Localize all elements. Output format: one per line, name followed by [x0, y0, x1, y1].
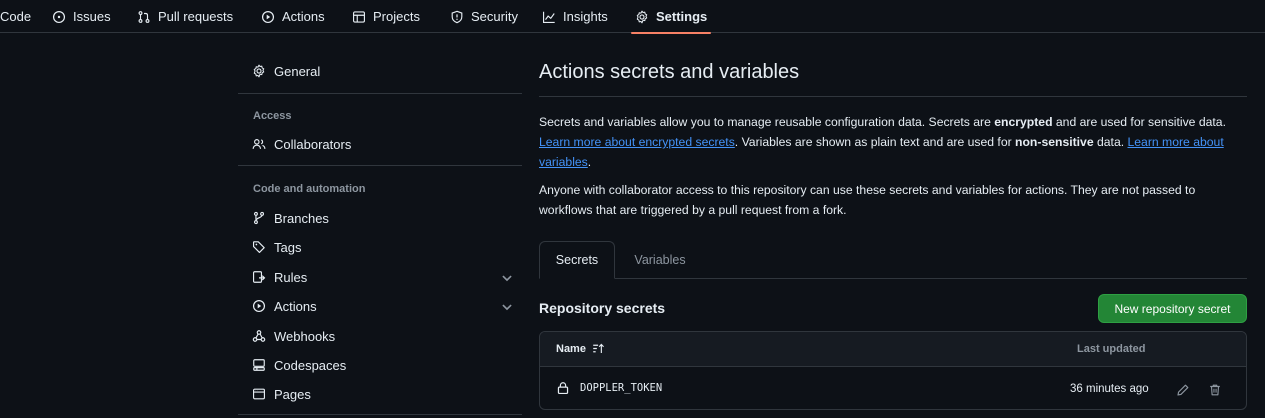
repo-nav: Code Issues Pull requests Actions Projec… — [0, 0, 1265, 34]
issue-icon — [52, 10, 66, 24]
last-updated-value: 36 minutes ago — [1070, 383, 1149, 395]
sidebar-item-tags[interactable]: Tags — [252, 234, 520, 260]
page-title: Actions secrets and variables — [539, 61, 800, 83]
gear-icon — [635, 10, 649, 24]
table-header: Name Last updated — [540, 332, 1246, 367]
browser-icon — [252, 387, 266, 401]
play-icon — [252, 299, 266, 313]
trash-icon — [1208, 383, 1222, 397]
tab-secrets[interactable]: Secrets — [539, 241, 615, 279]
codespaces-icon — [252, 358, 266, 372]
sidebar-item-pages[interactable]: Pages — [252, 381, 520, 407]
sidebar-item-branches[interactable]: Branches — [252, 205, 520, 231]
tab-projects[interactable]: Projects — [352, 0, 420, 33]
new-repository-secret-button[interactable]: New repository secret — [1098, 294, 1247, 323]
tab-pull-requests[interactable]: Pull requests — [137, 0, 233, 33]
play-icon — [261, 10, 275, 24]
rules-icon — [252, 270, 266, 284]
tab-security[interactable]: Security — [450, 0, 518, 33]
column-header-last-updated: Last updated — [1077, 343, 1146, 355]
sidebar-item-actions[interactable]: Actions — [252, 293, 520, 319]
graph-icon — [542, 10, 556, 24]
pencil-icon — [1176, 383, 1190, 397]
tab-code[interactable]: Code — [0, 0, 31, 33]
secrets-table: Name Last updated DOPPLER_TOKEN 36 minut… — [539, 331, 1247, 410]
shield-icon — [450, 10, 464, 24]
learn-encrypted-secrets-link[interactable]: Learn more about encrypted secrets — [539, 135, 735, 149]
tabs-divider — [539, 278, 1247, 279]
sidebar-item-rules[interactable]: Rules — [252, 264, 520, 290]
gear-icon — [252, 64, 266, 78]
chevron-down-icon[interactable] — [500, 271, 512, 283]
tab-issues[interactable]: Issues — [52, 0, 111, 33]
sort-ascending-icon — [592, 342, 605, 355]
tab-insights[interactable]: Insights — [542, 0, 608, 33]
title-divider — [539, 96, 1247, 97]
chevron-down-icon[interactable] — [500, 300, 512, 312]
sidebar-item-codespaces[interactable]: Codespaces — [252, 352, 520, 378]
intro-paragraph: Secrets and variables allow you to manag… — [539, 115, 1226, 169]
sidebar-item-collaborators[interactable]: Collaborators — [252, 131, 520, 157]
tab-settings[interactable]: Settings — [630, 0, 712, 34]
collaborator-note: Anyone with collaborator access to this … — [539, 183, 1196, 217]
sidebar-divider — [238, 93, 522, 94]
lock-icon — [556, 381, 570, 395]
pull-request-icon — [137, 10, 151, 24]
sidebar-item-general[interactable]: General — [252, 58, 520, 84]
people-icon — [252, 137, 266, 151]
sidebar-heading-code-automation: Code and automation — [253, 183, 366, 195]
webhook-icon — [252, 329, 266, 343]
edit-secret-button[interactable] — [1172, 379, 1194, 401]
column-header-name[interactable]: Name — [556, 342, 605, 355]
tab-variables[interactable]: Variables — [620, 241, 700, 279]
branch-icon — [252, 211, 266, 225]
table-icon — [352, 10, 366, 24]
tag-icon — [252, 240, 266, 254]
sidebar-heading-access: Access — [253, 110, 292, 122]
secret-name: DOPPLER_TOKEN — [556, 381, 662, 395]
delete-secret-button[interactable] — [1204, 379, 1226, 401]
tab-actions[interactable]: Actions — [261, 0, 325, 33]
section-title: Repository secrets — [539, 300, 666, 316]
sidebar-divider — [238, 165, 522, 166]
sidebar-divider — [238, 414, 522, 415]
table-row: DOPPLER_TOKEN 36 minutes ago — [540, 368, 1246, 409]
sidebar-item-webhooks[interactable]: Webhooks — [252, 323, 520, 349]
